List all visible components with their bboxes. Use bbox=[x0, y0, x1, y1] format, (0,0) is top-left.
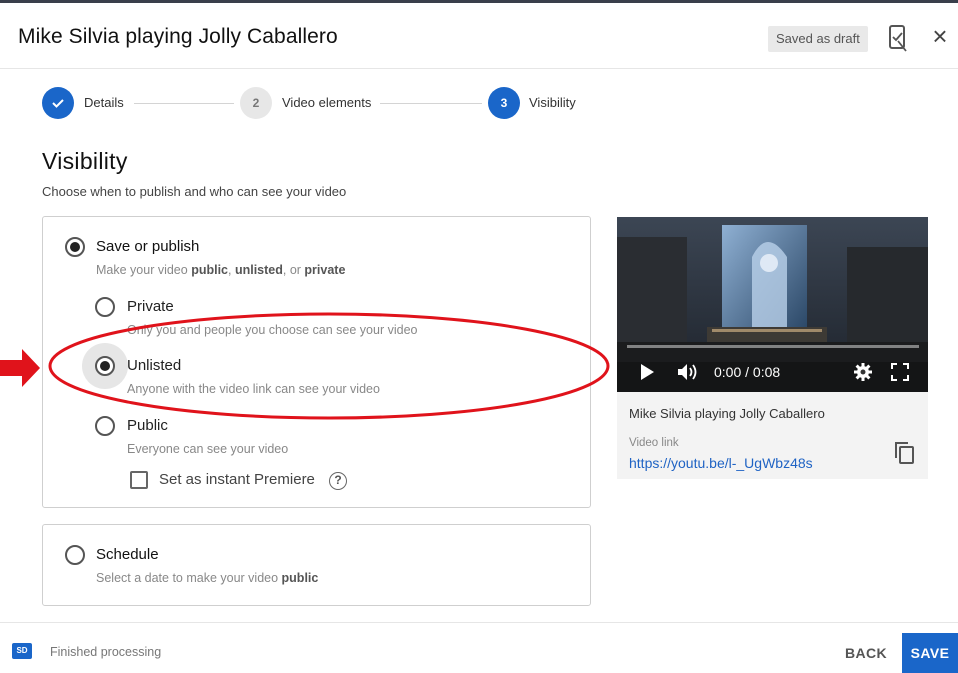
save-or-publish-description: Make your video public, unlisted, or pri… bbox=[96, 263, 346, 277]
step-connector bbox=[134, 103, 234, 104]
video-player[interactable]: 0:00 / 0:08 bbox=[617, 217, 928, 392]
dialog-footer: SD Finished processing BACK SAVE bbox=[0, 622, 958, 673]
public-radio[interactable] bbox=[95, 416, 115, 436]
video-preview-panel: 0:00 / 0:08 Mike Silvia playing Jolly Ca… bbox=[617, 217, 928, 479]
preview-video-title: Mike Silvia playing Jolly Caballero bbox=[629, 406, 825, 421]
save-or-publish-card: Save or publish Make your video public, … bbox=[42, 216, 591, 508]
save-or-publish-radio[interactable] bbox=[65, 237, 85, 257]
annotation-arrow-icon bbox=[0, 349, 40, 387]
unlisted-label: Unlisted bbox=[127, 357, 182, 374]
save-button[interactable]: SAVE bbox=[902, 633, 958, 673]
step-visibility-label[interactable]: Visibility bbox=[529, 95, 576, 110]
processing-status: Finished processing bbox=[50, 645, 162, 659]
step-details-label[interactable]: Details bbox=[84, 95, 124, 110]
step-video-elements-number[interactable]: 2 bbox=[240, 87, 272, 119]
step-details-check-icon[interactable] bbox=[42, 87, 74, 119]
schedule-card: Schedule Select a date to make your vide… bbox=[42, 524, 591, 606]
unlisted-description: Anyone with the video link can see your … bbox=[127, 382, 380, 396]
schedule-description: Select a date to make your video public bbox=[96, 571, 319, 585]
section-title: Visibility bbox=[42, 148, 128, 174]
dialog-title: Mike Silvia playing Jolly Caballero bbox=[18, 25, 338, 48]
dialog-header: Mike Silvia playing Jolly Caballero Save… bbox=[0, 3, 958, 69]
play-icon[interactable] bbox=[639, 363, 655, 381]
help-icon[interactable]: ? bbox=[329, 472, 347, 490]
unlisted-radio[interactable] bbox=[95, 356, 115, 376]
step-visibility-number[interactable]: 3 bbox=[488, 87, 520, 119]
private-radio[interactable] bbox=[95, 297, 115, 317]
instant-premiere-checkbox[interactable] bbox=[130, 471, 148, 489]
fullscreen-icon[interactable] bbox=[891, 363, 909, 381]
draft-status-badge: Saved as draft bbox=[768, 26, 868, 52]
step-connector bbox=[380, 103, 482, 104]
instant-premiere-label: Set as instant Premiere bbox=[159, 471, 315, 488]
public-description: Everyone can see your video bbox=[127, 442, 289, 456]
feedback-icon[interactable] bbox=[886, 25, 910, 53]
private-label: Private bbox=[127, 298, 174, 315]
save-or-publish-label: Save or publish bbox=[96, 238, 200, 255]
schedule-radio[interactable] bbox=[65, 545, 85, 565]
schedule-label: Schedule bbox=[96, 546, 159, 563]
processing-badge: SD bbox=[12, 643, 32, 659]
gear-icon[interactable] bbox=[853, 362, 873, 382]
public-label: Public bbox=[127, 417, 168, 434]
step-video-elements-label[interactable]: Video elements bbox=[282, 95, 371, 110]
video-progress-bar[interactable] bbox=[627, 345, 919, 348]
video-link-caption: Video link bbox=[629, 437, 679, 449]
volume-icon[interactable] bbox=[677, 363, 699, 381]
section-subtitle: Choose when to publish and who can see y… bbox=[42, 184, 347, 199]
copy-icon[interactable] bbox=[893, 441, 915, 465]
video-time: 0:00 / 0:08 bbox=[714, 364, 781, 380]
close-icon[interactable]: × bbox=[928, 23, 952, 49]
private-description: Only you and people you choose can see y… bbox=[127, 323, 418, 337]
back-button[interactable]: BACK bbox=[836, 635, 896, 671]
video-link[interactable]: https://youtu.be/l-_UgWbz48s bbox=[629, 455, 813, 471]
progress-stepper: Details 2 Video elements 3 Visibility bbox=[42, 86, 602, 120]
